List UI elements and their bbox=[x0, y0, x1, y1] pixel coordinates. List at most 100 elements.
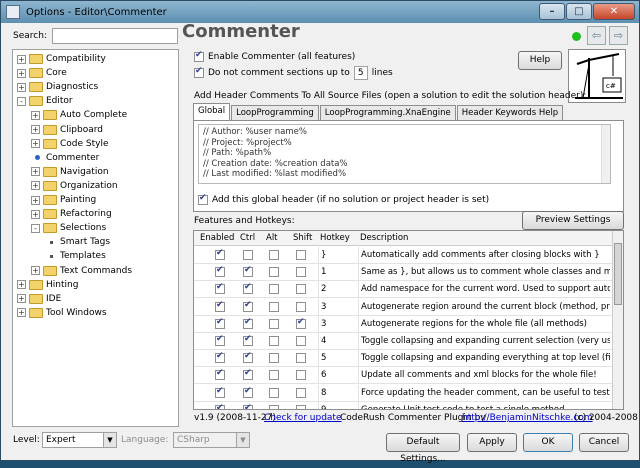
ctrl-checkbox[interactable] bbox=[243, 334, 253, 346]
shift-checkbox[interactable] bbox=[296, 370, 306, 381]
table-row[interactable]: 1Same as }, but allows us to comment who… bbox=[194, 264, 612, 282]
table-row[interactable]: 5Toggle collapsing and expanding everyth… bbox=[194, 350, 612, 368]
help-button[interactable]: Help bbox=[518, 51, 562, 70]
ctrl-checkbox[interactable] bbox=[243, 351, 253, 364]
tree-item[interactable]: + Organization bbox=[31, 179, 118, 193]
enabled-checkbox[interactable] bbox=[215, 368, 225, 381]
maximize-button[interactable]: □ bbox=[566, 3, 592, 20]
tree-item[interactable]: + Clipboard bbox=[31, 123, 103, 137]
shift-checkbox[interactable] bbox=[296, 353, 306, 364]
ctrl-checkbox[interactable] bbox=[243, 386, 253, 398]
alt-checkbox[interactable] bbox=[269, 301, 279, 312]
tree-item[interactable]: + Painting bbox=[31, 193, 96, 207]
tree-item[interactable]: + IDE bbox=[17, 292, 61, 306]
expand-icon[interactable]: + bbox=[31, 167, 40, 177]
nocomment-lines-input[interactable]: 5 bbox=[353, 66, 368, 80]
table-row[interactable]: 3Autogenerate region around the current … bbox=[194, 298, 612, 316]
minimize-button[interactable]: – bbox=[539, 3, 565, 20]
alt-checkbox[interactable] bbox=[269, 267, 279, 278]
hotkey-cell[interactable]: 3 bbox=[318, 315, 356, 332]
tree-item[interactable]: + Text Commands bbox=[31, 264, 132, 278]
hotkey-cell[interactable]: 1 bbox=[318, 264, 356, 281]
hotkey-cell[interactable]: 4 bbox=[318, 333, 356, 349]
tree-item[interactable]: + Navigation bbox=[31, 165, 109, 179]
ctrl-checkbox[interactable] bbox=[243, 300, 253, 312]
tab-header-1[interactable]: LoopProgramming bbox=[231, 105, 319, 120]
expand-icon[interactable]: + bbox=[17, 68, 26, 78]
tree-item[interactable]: - Selections bbox=[31, 221, 106, 235]
add-global-header-checkbox[interactable] bbox=[198, 193, 208, 205]
ctrl-checkbox[interactable] bbox=[243, 265, 253, 278]
nocomment-checkbox[interactable] bbox=[194, 66, 204, 78]
alt-checkbox[interactable] bbox=[269, 370, 279, 381]
alt-checkbox[interactable] bbox=[269, 336, 279, 346]
expand-icon[interactable]: + bbox=[17, 280, 26, 290]
tree-item[interactable]: Smart Tags bbox=[45, 235, 110, 249]
col-description[interactable]: Description bbox=[360, 231, 408, 246]
ok-button[interactable]: OK bbox=[523, 433, 573, 452]
collapse-icon[interactable]: - bbox=[31, 223, 40, 233]
tree-item[interactable]: + Core bbox=[17, 66, 67, 80]
table-row[interactable]: 4Toggle collapsing and expanding current… bbox=[194, 333, 612, 350]
author-link[interactable]: http://BenjaminNitschke.com bbox=[462, 413, 593, 423]
search-input[interactable] bbox=[52, 28, 178, 44]
expand-icon[interactable]: + bbox=[17, 82, 26, 92]
tree-item[interactable]: + Hinting bbox=[17, 278, 78, 292]
table-row[interactable]: 9Generate Unit test code to test a singl… bbox=[194, 401, 612, 409]
check-update-link[interactable]: Check for update bbox=[264, 413, 342, 423]
shift-checkbox[interactable] bbox=[296, 404, 306, 409]
col-shift[interactable]: Shift bbox=[293, 231, 312, 246]
table-row[interactable]: 2Add namespace for the current word. Use… bbox=[194, 281, 612, 299]
header-template-editor[interactable]: // Author: %user name%// Project: %proje… bbox=[198, 124, 611, 184]
alt-checkbox[interactable] bbox=[269, 387, 279, 398]
table-row[interactable]: }Automatically add comments after closin… bbox=[194, 247, 612, 264]
expand-icon[interactable]: + bbox=[17, 308, 26, 318]
tree-item[interactable]: Templates bbox=[45, 249, 106, 263]
shift-checkbox[interactable] bbox=[296, 317, 306, 329]
ctrl-checkbox[interactable] bbox=[243, 368, 253, 381]
enabled-checkbox[interactable] bbox=[215, 334, 225, 346]
tree-item[interactable]: + Auto Complete bbox=[31, 108, 127, 122]
shift-checkbox[interactable] bbox=[296, 250, 306, 260]
expand-icon[interactable]: + bbox=[31, 181, 40, 191]
enabled-checkbox[interactable] bbox=[215, 386, 225, 398]
alt-checkbox[interactable] bbox=[269, 284, 279, 295]
tree-item[interactable]: + Compatibility bbox=[17, 52, 106, 66]
col-enabled[interactable]: Enabled bbox=[200, 231, 234, 246]
enabled-checkbox[interactable] bbox=[215, 351, 225, 364]
expand-icon[interactable]: + bbox=[31, 209, 40, 219]
hotkey-cell[interactable]: 6 bbox=[318, 367, 356, 384]
table-row[interactable]: 3Autogenerate regions for the whole file… bbox=[194, 315, 612, 333]
title-bar[interactable]: Options - Editor\Commenter – □ ✕ bbox=[1, 1, 639, 23]
close-button[interactable]: ✕ bbox=[593, 3, 635, 20]
grid-scroll-thumb[interactable] bbox=[614, 243, 622, 305]
options-tree[interactable]: + Compatibility + Core + Diagnostics - Editor + A… bbox=[12, 49, 179, 427]
tree-item[interactable]: + Tool Windows bbox=[17, 306, 107, 320]
col-ctrl[interactable]: Ctrl bbox=[240, 231, 255, 246]
expand-icon[interactable]: + bbox=[17, 294, 26, 304]
level-select[interactable]: Expert ▼ bbox=[42, 432, 117, 448]
alt-checkbox[interactable] bbox=[269, 318, 279, 329]
grid-scrollbar[interactable] bbox=[612, 231, 623, 409]
shift-checkbox[interactable] bbox=[296, 387, 306, 398]
hotkey-cell[interactable]: 2 bbox=[318, 281, 356, 298]
cancel-button[interactable]: Cancel bbox=[579, 433, 629, 452]
hotkey-cell[interactable]: 8 bbox=[318, 384, 356, 401]
add-global-header-option[interactable]: Add this global header (if no solution o… bbox=[198, 193, 489, 205]
tree-item[interactable]: + Refactoring bbox=[31, 207, 112, 221]
hotkey-cell[interactable]: 3 bbox=[318, 298, 356, 315]
table-row[interactable]: 6Update all comments and xml blocks for … bbox=[194, 367, 612, 385]
tree-item[interactable]: + Diagnostics bbox=[17, 80, 98, 94]
editor-scrollbar[interactable] bbox=[601, 125, 610, 183]
nocomment-option[interactable]: Do not comment sections up to 5 lines bbox=[194, 66, 393, 80]
ctrl-checkbox[interactable] bbox=[243, 317, 253, 329]
apply-button[interactable]: Apply bbox=[467, 433, 517, 452]
enabled-checkbox[interactable] bbox=[215, 282, 225, 295]
enabled-checkbox[interactable] bbox=[215, 265, 225, 278]
expand-icon[interactable]: + bbox=[31, 110, 40, 120]
enabled-checkbox[interactable] bbox=[215, 317, 225, 329]
alt-checkbox[interactable] bbox=[269, 250, 279, 260]
collapse-icon[interactable]: - bbox=[17, 96, 26, 106]
expand-icon[interactable]: + bbox=[17, 54, 26, 64]
ctrl-checkbox[interactable] bbox=[243, 250, 253, 260]
